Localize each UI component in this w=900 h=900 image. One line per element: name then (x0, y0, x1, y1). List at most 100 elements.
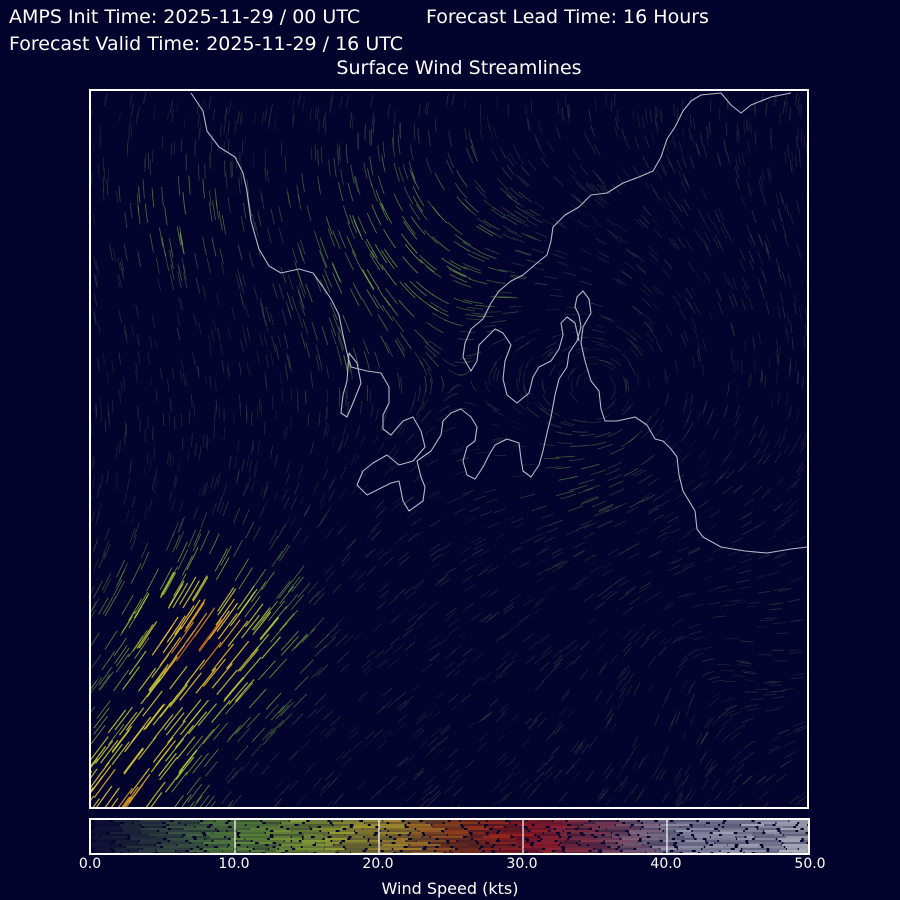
streamline (792, 477, 802, 488)
streamline (198, 164, 200, 181)
streamline (546, 585, 556, 592)
streamline (644, 321, 654, 332)
streamline (623, 646, 632, 658)
streamline (676, 107, 679, 121)
coastline-north (190, 92, 442, 512)
streamline (269, 535, 279, 551)
streamline (384, 556, 395, 566)
streamline (564, 649, 572, 657)
streamline (496, 752, 507, 762)
streamline (469, 506, 482, 513)
streamline (713, 790, 723, 802)
streamline (468, 131, 474, 147)
streamline (185, 373, 188, 387)
streamline (776, 370, 778, 384)
streamline (124, 212, 128, 228)
streamline (534, 772, 544, 782)
streamline (570, 352, 580, 357)
streamline (270, 208, 275, 225)
streamline (680, 181, 688, 194)
streamline (91, 761, 110, 788)
streamline (279, 371, 282, 385)
streamline (689, 713, 696, 727)
streamline (544, 276, 558, 280)
streamline (441, 257, 461, 270)
streamline (435, 118, 437, 132)
streamline (792, 725, 805, 732)
streamline (212, 201, 216, 221)
streamline (490, 423, 501, 427)
streamline (215, 293, 220, 306)
streamline (93, 580, 103, 598)
streamline (796, 200, 800, 214)
streamline (666, 154, 672, 167)
streamline (438, 746, 446, 754)
streamline (102, 353, 106, 367)
streamline (616, 278, 628, 287)
streamline (177, 263, 182, 280)
streamline (572, 419, 589, 423)
streamline (735, 177, 740, 191)
streamline (532, 711, 543, 722)
streamline (743, 740, 755, 749)
streamline (597, 256, 610, 264)
streamline (249, 366, 252, 377)
streamline (503, 606, 515, 615)
streamline (215, 557, 230, 580)
streamline (776, 92, 779, 102)
streamline (123, 806, 125, 807)
streamline (179, 297, 184, 310)
streamline (346, 539, 356, 550)
streamline (501, 650, 512, 660)
streamline (388, 596, 399, 606)
streamline (175, 724, 194, 749)
streamline (742, 511, 754, 519)
streamline (569, 444, 590, 447)
streamline (716, 664, 730, 666)
streamline (376, 548, 385, 556)
streamline (605, 468, 621, 476)
streamline (398, 166, 404, 183)
streamline (526, 219, 538, 227)
streamline (440, 542, 452, 551)
streamline (151, 625, 173, 656)
wind-streamline-map (89, 89, 809, 809)
streamline (703, 506, 713, 513)
streamline (493, 126, 498, 139)
streamline (580, 266, 593, 273)
streamline (432, 206, 448, 224)
streamline (552, 288, 563, 291)
streamline (631, 761, 638, 770)
streamline (214, 548, 228, 572)
streamline (644, 182, 651, 191)
streamline (607, 548, 620, 556)
streamline (137, 405, 139, 419)
streamline (393, 193, 403, 211)
streamline (674, 774, 682, 786)
streamline (730, 322, 735, 335)
streamline (580, 640, 590, 651)
streamline (575, 347, 588, 351)
streamline (189, 699, 209, 723)
streamline (648, 682, 654, 692)
streamline (325, 771, 335, 781)
streamline (429, 519, 442, 527)
streamline (193, 507, 198, 520)
streamline (261, 571, 275, 591)
streamline (142, 690, 163, 717)
streamline (448, 618, 459, 628)
streamline (221, 215, 227, 235)
streamline (678, 141, 684, 154)
streamline (632, 166, 641, 178)
streamline (763, 802, 769, 807)
streamline (310, 371, 313, 388)
streamline (418, 103, 421, 117)
streamline (126, 477, 130, 491)
streamline (402, 164, 409, 180)
streamline (512, 762, 520, 771)
streamline (477, 217, 491, 228)
streamline (513, 144, 520, 157)
streamline (782, 305, 786, 318)
streamline (278, 228, 284, 244)
streamline (322, 274, 331, 293)
